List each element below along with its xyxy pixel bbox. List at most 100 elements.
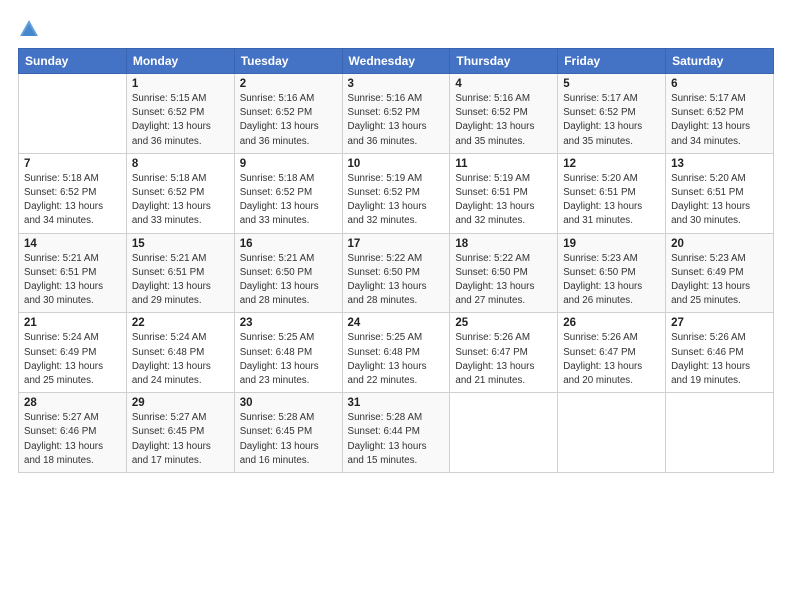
- sunrise-text: Sunrise: 5:19 AM: [455, 173, 530, 184]
- day-cell: 4Sunrise: 5:16 AMSunset: 6:52 PMDaylight…: [450, 74, 558, 154]
- sunset-text: Sunset: 6:52 PM: [671, 107, 743, 118]
- daylight-text-2: and 35 minutes.: [563, 136, 633, 147]
- sunset-text: Sunset: 6:49 PM: [671, 267, 743, 278]
- day-detail: Sunrise: 5:20 AMSunset: 6:51 PMDaylight:…: [671, 172, 768, 229]
- daylight-text-2: and 29 minutes.: [132, 295, 202, 306]
- day-number: 23: [240, 317, 337, 329]
- day-detail: Sunrise: 5:27 AM Sunset: 6:45 PM Daylight:…: [132, 411, 229, 468]
- sunrise-text: Sunrise: 5:21 AM: [240, 253, 315, 264]
- day-cell: 6 Sunrise: 5:17 AMSunset: 6:52 PMDaylight…: [666, 74, 774, 154]
- daylight-text-2: and 24 minutes.: [132, 375, 202, 386]
- daylight-text-1: Daylight: 13 hours: [24, 441, 103, 452]
- daylight-text-1: Daylight: 13 hours: [563, 121, 642, 132]
- day-detail: Sunrise: 5:28 AMSunset: 6:45 PMDaylight:…: [240, 411, 337, 468]
- sunset-text: Sunset: 6:51 PM: [132, 267, 204, 278]
- sunrise-text: Sunrise: 5:19 AM: [348, 173, 423, 184]
- sunrise-text: Sunrise: 5:16 AM: [348, 93, 423, 104]
- daylight-text-1: Daylight: 13 hours: [563, 201, 642, 212]
- day-cell: 7Sunrise: 5:18 AMSunset: 6:52 PMDaylight…: [19, 153, 127, 233]
- daylight-text-1: Daylight: 13 hours: [348, 441, 427, 452]
- day-number: 30: [240, 397, 337, 409]
- day-number: 2: [240, 78, 337, 90]
- sunset-text: Sunset: 6:50 PM: [348, 267, 420, 278]
- day-detail: Sunrise: 5:17 AMSunset: 6:52 PMDaylight:…: [671, 92, 768, 149]
- sunrise-text: Sunrise: 5:18 AM: [24, 173, 99, 184]
- sunset-text: Sunset: 6:50 PM: [563, 267, 635, 278]
- calendar-header-row: SundayMondayTuesdayWednesdayThursdayFrid…: [19, 49, 774, 74]
- day-detail: Sunrise: 5:19 AMSunset: 6:51 PMDaylight:…: [455, 172, 552, 229]
- daylight-text-1: Daylight: 13 hours: [24, 281, 103, 292]
- day-header-thursday: Thursday: [450, 49, 558, 74]
- day-cell: 26Sunrise: 5:26 AMSunset: 6:47 PMDayligh…: [558, 313, 666, 393]
- day-cell: 22Sunrise: 5:24 AMSunset: 6:48 PMDayligh…: [126, 313, 234, 393]
- daylight-text-2: and 36 minutes.: [240, 136, 310, 147]
- daylight-text-2: and 23 minutes.: [240, 375, 310, 386]
- sunset-text: Sunset: 6:52 PM: [132, 107, 204, 118]
- day-detail: Sunrise: 5:18 AMSunset: 6:52 PMDaylight:…: [240, 172, 337, 229]
- day-cell: 2Sunrise: 5:16 AMSunset: 6:52 PMDaylight…: [234, 74, 342, 154]
- daylight-text-2: and 35 minutes.: [455, 136, 525, 147]
- sunset-text: Sunset: 6:45 PM: [132, 426, 204, 437]
- header: [18, 18, 774, 40]
- daylight-text-2: and 20 minutes.: [563, 375, 633, 386]
- day-number: 8: [132, 158, 229, 170]
- sunset-text: Sunset: 6:52 PM: [563, 107, 635, 118]
- day-cell: 5 Sunrise: 5:17 AM Sunset: 6:52 PM Daylight…: [558, 74, 666, 154]
- daylight-text-1: Daylight: 13 hours: [671, 201, 750, 212]
- daylight-text-1: Daylight: 13 hours: [240, 201, 319, 212]
- daylight-text-2: and 18 minutes.: [24, 455, 94, 466]
- sunset-text: Sunset: 6:52 PM: [240, 187, 312, 198]
- day-cell: 27Sunrise: 5:26 AMSunset: 6:46 PMDayligh…: [666, 313, 774, 393]
- day-number: 11: [455, 158, 552, 170]
- sunrise-text: Sunrise: 5:27 AM: [132, 412, 207, 423]
- day-header-wednesday: Wednesday: [342, 49, 450, 74]
- day-detail: Sunrise: 5:16 AM Sunset: 6:52 PM Daylight:…: [348, 92, 445, 149]
- day-number: 9: [240, 158, 337, 170]
- day-detail: Sunrise: 5:18 AMSunset: 6:52 PMDaylight:…: [132, 172, 229, 229]
- day-detail: Sunrise: 5:21 AMSunset: 6:50 PMDaylight:…: [240, 252, 337, 309]
- daylight-text-2: and 36 minutes.: [348, 136, 418, 147]
- day-cell: 1Sunrise: 5:15 AMSunset: 6:52 PMDaylight…: [126, 74, 234, 154]
- daylight-text-2: and 28 minutes.: [240, 295, 310, 306]
- sunset-text: Sunset: 6:51 PM: [563, 187, 635, 198]
- daylight-text-1: Daylight: 13 hours: [132, 441, 211, 452]
- day-cell: [666, 393, 774, 473]
- day-header-saturday: Saturday: [666, 49, 774, 74]
- daylight-text-1: Daylight: 13 hours: [455, 361, 534, 372]
- daylight-text-2: and 15 minutes.: [348, 455, 418, 466]
- day-cell: [450, 393, 558, 473]
- sunrise-text: Sunrise: 5:26 AM: [671, 332, 746, 343]
- sunrise-text: Sunrise: 5:23 AM: [671, 253, 746, 264]
- day-number: 3: [348, 78, 445, 90]
- sunset-text: Sunset: 6:45 PM: [240, 426, 312, 437]
- sunset-text: Sunset: 6:48 PM: [348, 347, 420, 358]
- daylight-text-1: Daylight: 13 hours: [455, 281, 534, 292]
- daylight-text-2: and 28 minutes.: [348, 295, 418, 306]
- day-cell: 14Sunrise: 5:21 AMSunset: 6:51 PMDayligh…: [19, 233, 127, 313]
- day-number: 15: [132, 238, 229, 250]
- daylight-text-1: Daylight: 13 hours: [348, 121, 427, 132]
- day-cell: 19Sunrise: 5:23 AMSunset: 6:50 PMDayligh…: [558, 233, 666, 313]
- sunrise-text: Sunrise: 5:20 AM: [671, 173, 746, 184]
- sunrise-text: Sunrise: 5:15 AM: [132, 93, 207, 104]
- daylight-text-1: Daylight: 13 hours: [563, 281, 642, 292]
- daylight-text-1: Daylight: 13 hours: [132, 121, 211, 132]
- daylight-text-2: and 33 minutes.: [240, 215, 310, 226]
- day-number: 10: [348, 158, 445, 170]
- day-cell: [19, 74, 127, 154]
- day-cell: 9 Sunrise: 5:18 AMSunset: 6:52 PMDaylight…: [234, 153, 342, 233]
- day-number: 13: [671, 158, 768, 170]
- day-number: 19: [563, 238, 660, 250]
- sunset-text: Sunset: 6:52 PM: [348, 107, 420, 118]
- day-number: 18: [455, 238, 552, 250]
- daylight-text-1: Daylight: 13 hours: [348, 201, 427, 212]
- daylight-text-2: and 21 minutes.: [455, 375, 525, 386]
- sunrise-text: Sunrise: 5:17 AM: [563, 93, 638, 104]
- day-number: 5: [563, 78, 660, 90]
- daylight-text-1: Daylight: 13 hours: [24, 361, 103, 372]
- day-cell: 16Sunrise: 5:21 AMSunset: 6:50 PMDayligh…: [234, 233, 342, 313]
- day-number: 28: [24, 397, 121, 409]
- day-number: 6: [671, 78, 768, 90]
- sunset-text: Sunset: 6:52 PM: [24, 187, 96, 198]
- day-detail: Sunrise: 5:24 AMSunset: 6:48 PMDaylight:…: [132, 331, 229, 388]
